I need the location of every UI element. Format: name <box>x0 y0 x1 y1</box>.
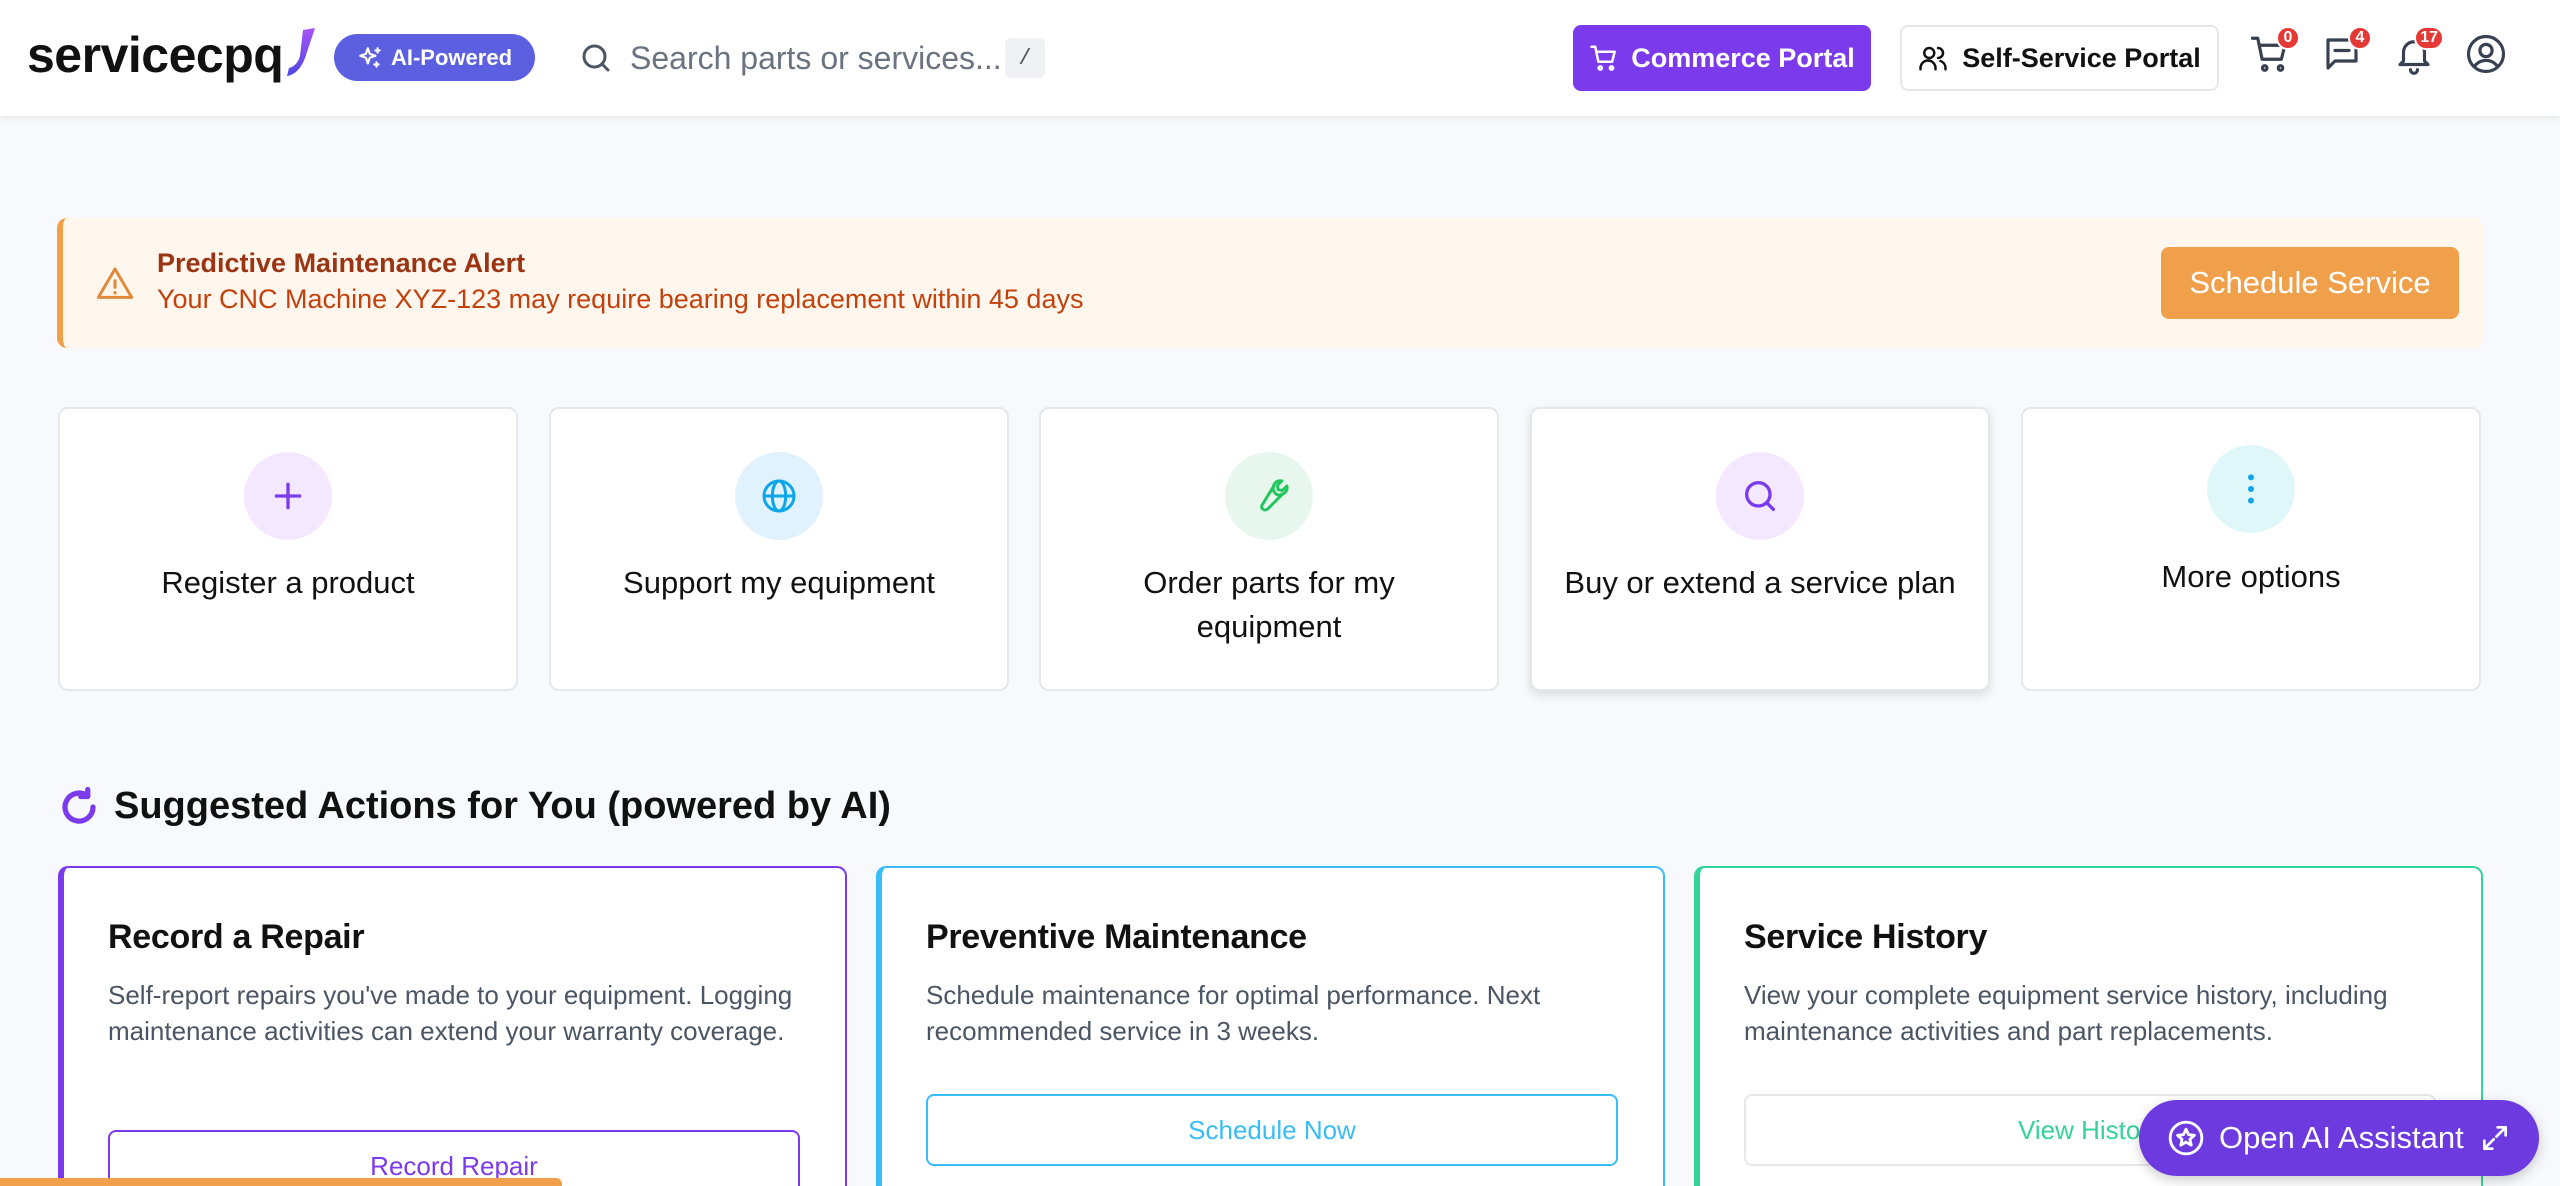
sparkles-icon <box>359 46 381 68</box>
search-bar[interactable] <box>578 30 1058 86</box>
search-input[interactable] <box>630 39 1000 77</box>
tile-label: More options <box>2161 559 2341 594</box>
card-title: Service History <box>1744 918 1988 956</box>
card-description: View your complete equipment service his… <box>1744 980 2388 1046</box>
tile-icon-circle <box>244 452 332 540</box>
card-record-repair: Record a Repair Self-report repairs you'… <box>58 866 847 1186</box>
commerce-portal-label: Commerce Portal <box>1631 42 1855 73</box>
tile-order-parts[interactable]: Order parts for my equipment <box>1039 407 1499 691</box>
more-vertical-icon <box>2248 474 2254 504</box>
cart-count-badge: 0 <box>2276 26 2300 50</box>
wrench-icon <box>1260 479 1289 512</box>
card-preventive-maintenance: Preventive Maintenance Schedule maintena… <box>876 866 1665 1186</box>
card-description: Self-report repairs you've made to your … <box>108 980 793 1046</box>
star-circle-icon <box>2168 1120 2204 1156</box>
tile-label: Buy or extend a service plan <box>1564 565 1956 600</box>
globe-icon <box>762 479 796 513</box>
tile-label: Register a product <box>161 565 415 600</box>
card-title: Preventive Maintenance <box>926 918 1307 956</box>
logo[interactable]: servicecpq <box>27 26 319 84</box>
commerce-portal-button[interactable]: Commerce Portal <box>1573 25 1871 91</box>
search-shortcut-key: / <box>1005 38 1045 78</box>
refresh-ai-icon <box>62 786 96 824</box>
users-icon <box>1919 46 1947 71</box>
top-header: servicecpq AI-Powered / <box>0 0 2560 116</box>
tile-support-equipment[interactable]: Support my equipment <box>549 407 1009 691</box>
plus-icon <box>274 482 302 510</box>
messages-button[interactable]: 4 <box>2318 26 2372 78</box>
suggested-actions-heading: Suggested Actions for You (powered by AI… <box>58 785 891 828</box>
search-icon <box>1745 481 1775 511</box>
cart-icon <box>1590 45 1617 71</box>
self-service-portal-label: Self-Service Portal <box>1962 42 2201 73</box>
ai-badge-label: AI-Powered <box>390 44 513 70</box>
card-title: Record a Repair <box>108 918 365 956</box>
logo-mark-icon <box>287 28 316 76</box>
tile-register-product[interactable]: Register a product <box>58 407 518 691</box>
tile-label: Support my equipment <box>623 565 935 600</box>
alert-title: Predictive Maintenance Alert <box>157 248 526 278</box>
schedule-now-button[interactable]: Schedule Now <box>926 1094 1618 1166</box>
tile-icon-circle <box>2207 445 2295 533</box>
tile-icon-circle <box>735 452 823 540</box>
notifications-button[interactable]: 17 <box>2390 26 2444 78</box>
self-service-portal-button[interactable]: Self-Service Portal <box>1900 25 2219 91</box>
expand-icon <box>2483 1126 2507 1150</box>
suggested-actions-title: Suggested Actions for You (powered by AI… <box>114 785 891 827</box>
search-icon <box>582 44 610 72</box>
tile-icon-circle <box>1716 452 1804 540</box>
messages-count-badge: 4 <box>2348 26 2372 50</box>
warning-triangle-icon <box>96 267 134 299</box>
logo-text: servicecpq <box>27 27 284 83</box>
ai-assistant-label: Open AI Assistant <box>2219 1120 2464 1155</box>
cart-button[interactable]: 0 <box>2246 26 2300 78</box>
notifications-count-badge: 17 <box>2414 26 2444 50</box>
tile-icon-circle <box>1225 452 1313 540</box>
tile-service-plan[interactable]: Buy or extend a service plan <box>1530 407 1990 691</box>
open-ai-assistant-button[interactable]: Open AI Assistant <box>2139 1100 2539 1176</box>
user-circle-icon <box>2466 34 2506 74</box>
tile-more-options[interactable]: More options <box>2021 407 2481 691</box>
profile-button[interactable] <box>2462 30 2510 78</box>
ai-powered-badge: AI-Powered <box>334 34 535 81</box>
alert-message: Your CNC Machine XYZ-123 may require bea… <box>157 284 1084 314</box>
predictive-maintenance-alert: Predictive Maintenance Alert Your CNC Ma… <box>57 218 2483 348</box>
card-description: Schedule maintenance for optimal perform… <box>926 980 1541 1046</box>
tile-label: Order parts for my equipment <box>1143 565 1395 644</box>
schedule-service-button[interactable]: Schedule Service <box>2161 247 2459 319</box>
bottom-progress-strip <box>0 1178 562 1186</box>
